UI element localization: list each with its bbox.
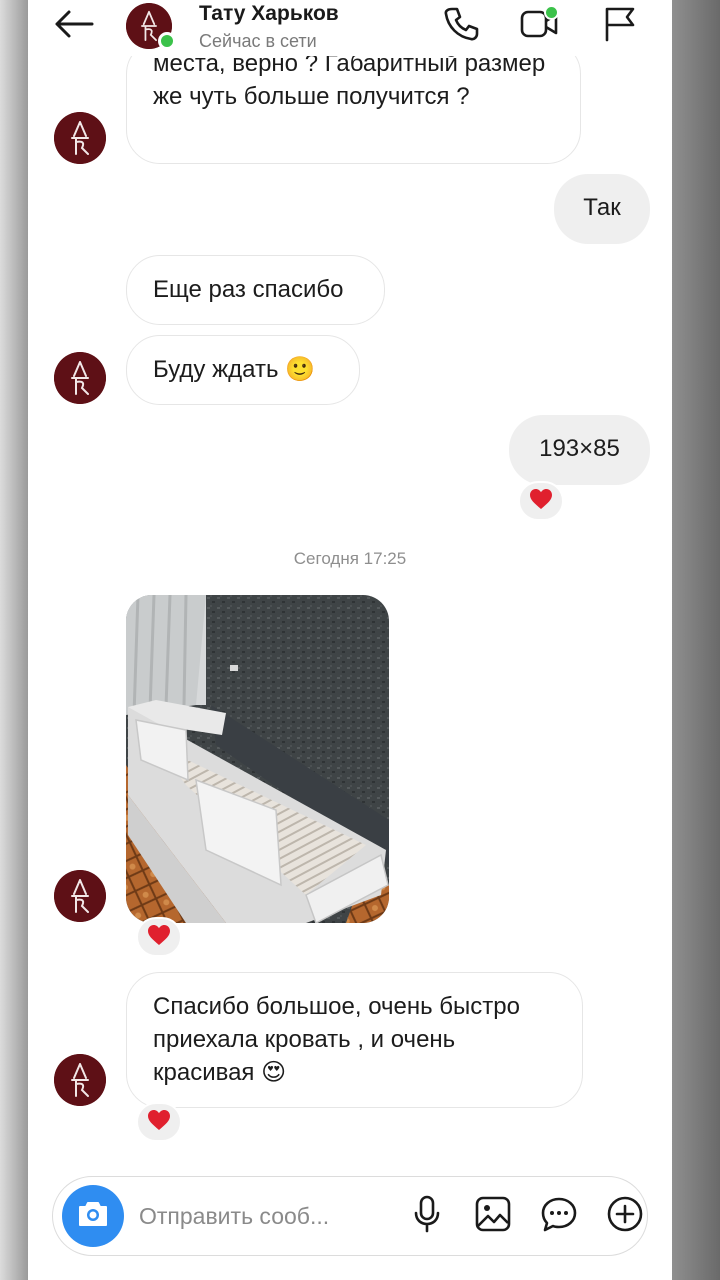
message-bubble[interactable]: Спасибо большое, очень быстро приехала к…	[126, 972, 583, 1108]
avatar[interactable]	[54, 112, 106, 164]
message-text: Еще раз спасибо	[153, 276, 344, 303]
avatar[interactable]	[54, 352, 106, 404]
heart-reaction[interactable]	[518, 481, 564, 521]
online-indicator	[158, 32, 176, 50]
more-options-button[interactable]	[605, 1196, 645, 1236]
message-bubble-outgoing[interactable]: 193×85	[509, 415, 650, 485]
message-bubble[interactable]: Буду ждать 🙂	[126, 335, 360, 405]
chat-screen: места, верно ? Габаритный размер же чуть…	[28, 0, 672, 1280]
timestamp: Сегодня 17:25	[293, 549, 407, 568]
back-arrow-icon	[54, 9, 94, 44]
avatar[interactable]	[54, 870, 106, 922]
message-composer: Отправить сооб...	[52, 1176, 648, 1256]
message-text: Спасибо большое, очень быстро приехала к…	[153, 993, 520, 1086]
gallery-icon	[475, 1196, 511, 1237]
back-button[interactable]	[52, 8, 96, 44]
contact-status: Сейчас в сети	[199, 31, 317, 51]
sticker-icon	[540, 1196, 578, 1237]
message-bubble[interactable]: места, верно ? Габаритный размер же чуть…	[126, 40, 581, 164]
gallery-button[interactable]	[473, 1196, 513, 1236]
report-button[interactable]	[600, 6, 640, 46]
active-indicator	[544, 5, 559, 20]
photo-attachment[interactable]	[126, 595, 389, 923]
camera-button[interactable]	[62, 1185, 124, 1247]
sticker-button[interactable]	[539, 1196, 579, 1236]
flag-icon	[602, 6, 638, 47]
message-input[interactable]: Отправить сооб...	[139, 1203, 329, 1230]
plus-icon	[606, 1195, 644, 1238]
heart-icon	[147, 924, 171, 951]
message-text: 193×85	[539, 435, 620, 462]
message-text: места, верно ? Габаритный размер же чуть…	[153, 50, 546, 110]
camera-icon	[77, 1200, 109, 1233]
contact-name[interactable]: Тату Харьков	[199, 2, 339, 26]
chat-header: Тату Харьков Сейчас в сети	[28, 0, 672, 56]
heart-reaction[interactable]	[136, 1102, 182, 1142]
microphone-icon	[412, 1195, 442, 1238]
message-text: Так	[583, 194, 621, 221]
voice-message-button[interactable]	[407, 1195, 447, 1238]
heart-reaction[interactable]	[136, 917, 182, 957]
heart-icon	[147, 1109, 171, 1136]
message-bubble-outgoing[interactable]: Так	[554, 174, 650, 244]
call-button[interactable]	[441, 6, 481, 46]
message-text: Буду ждать 🙂	[153, 356, 316, 383]
message-bubble[interactable]: Еще раз спасибо	[126, 255, 385, 325]
heart-icon	[529, 488, 553, 515]
phone-icon	[443, 6, 479, 47]
avatar[interactable]	[54, 1054, 106, 1106]
